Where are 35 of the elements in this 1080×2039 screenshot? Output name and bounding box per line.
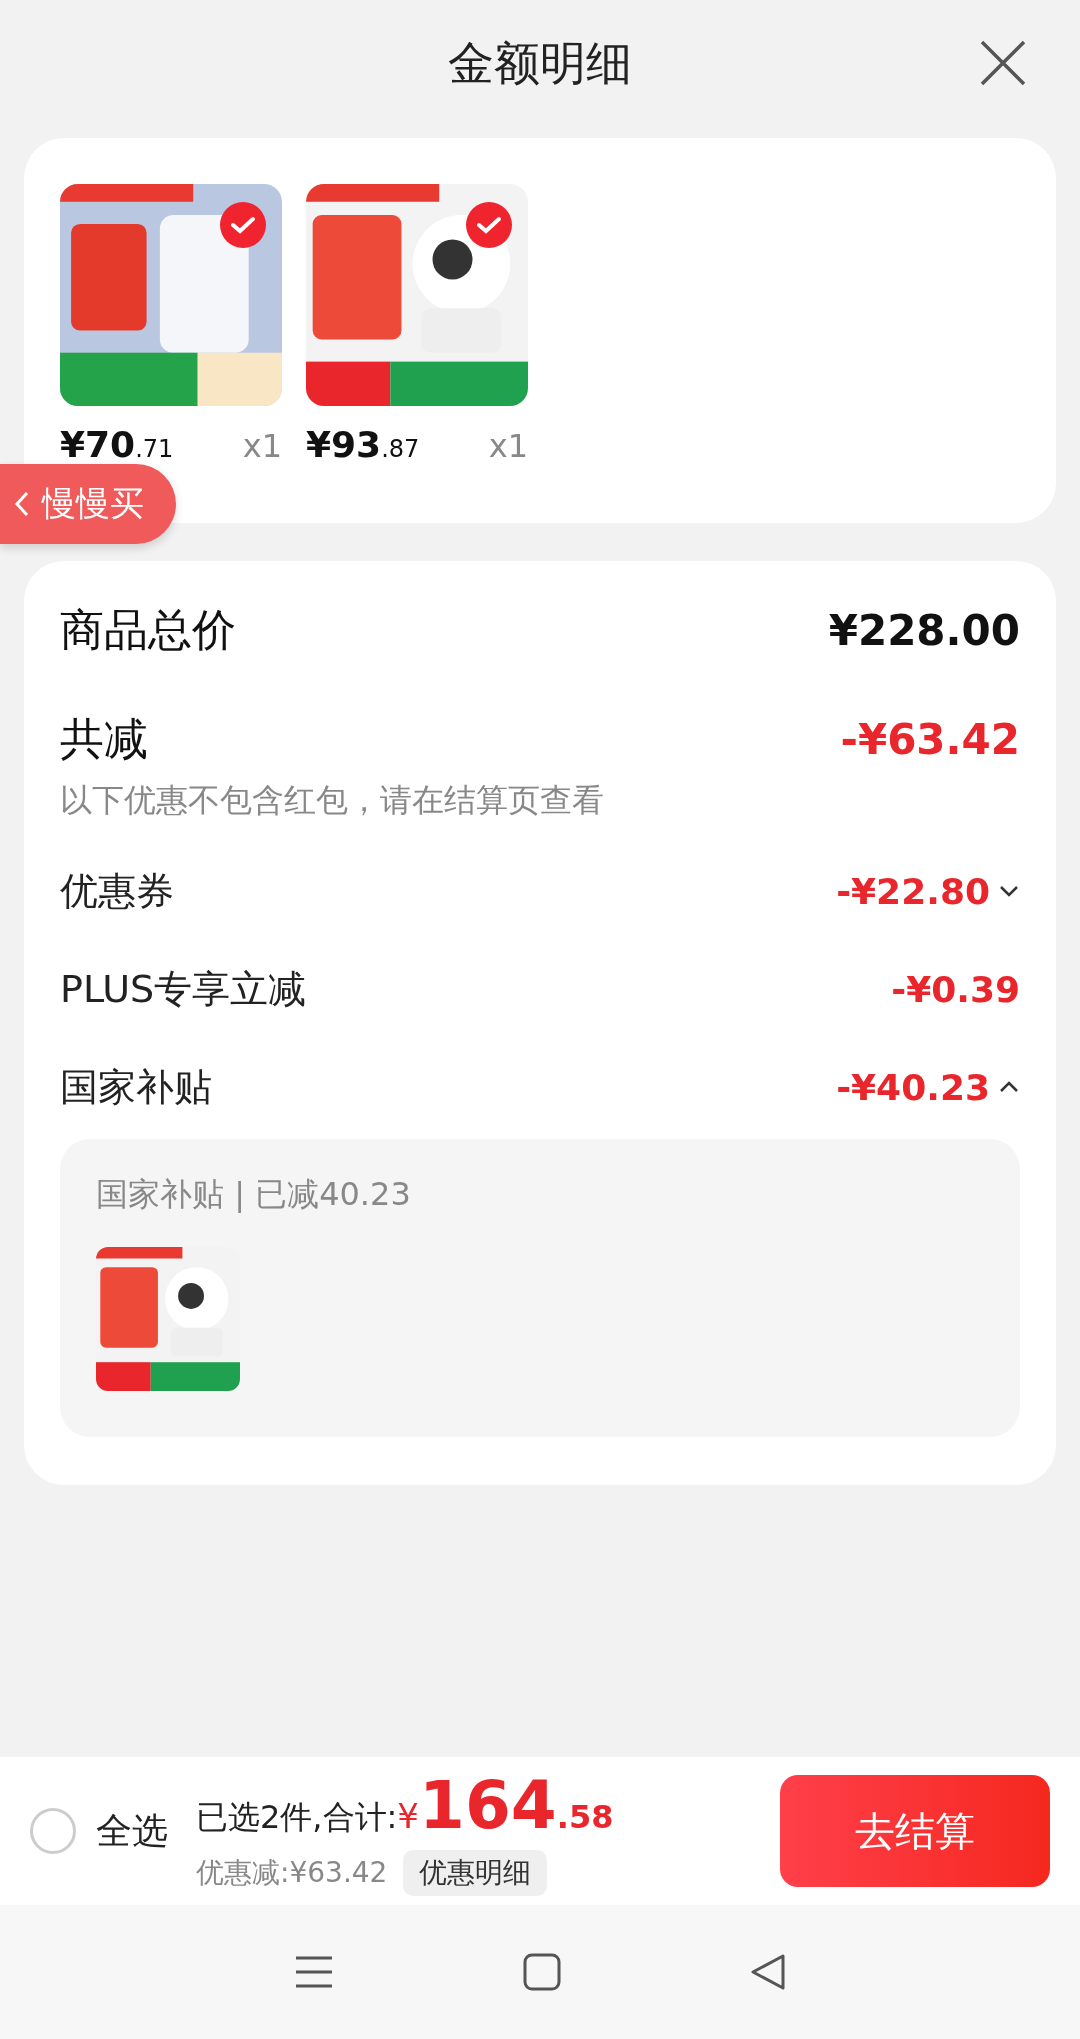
discount-item-label: 优惠券 [60,867,174,915]
saving-text: 优惠减:¥63.42 [196,1854,388,1891]
sheet-title: 金额明细 [448,35,632,92]
discount-item-value: -¥40.23 [836,1066,990,1108]
back-icon[interactable] [749,1953,786,1991]
discount-item-value: -¥22.80 [836,870,990,912]
product-price: ¥93.87 [306,424,420,465]
checkmark-icon [230,215,256,235]
total-value: ¥228.00 [828,606,1020,655]
home-icon[interactable] [523,1953,561,1991]
chevron-down-icon[interactable] [998,884,1020,898]
total-label: 商品总价 [60,603,236,657]
product-quantity: x1 [242,427,282,465]
discount-item-label: PLUS专享立减 [60,965,307,1013]
chevron-up-icon[interactable] [998,1080,1020,1094]
discount-item-value: -¥0.39 [891,968,1020,1010]
select-all-radio[interactable] [30,1808,76,1854]
discount-label: 共减 [60,712,148,766]
product-price: ¥70.71 [60,424,174,465]
checkout-button[interactable]: 去结算 [780,1775,1050,1887]
discount-note: 以下优惠不包含红包，请在结算页查看 [60,780,605,821]
total-line: 已选2件,合计:¥164.58 [196,1766,614,1844]
subsidy-title: 国家补贴 | 已减40.23 [96,1174,412,1215]
close-button[interactable] [978,38,1028,88]
discount-detail-button[interactable]: 优惠明细 [403,1849,548,1896]
discount-value: -¥63.42 [840,715,1020,764]
close-icon [978,38,1028,88]
menu-icon[interactable] [294,1955,335,1989]
select-all-label: 全选 [96,1808,168,1853]
checkmark-icon [476,215,502,235]
discount-item-label: 国家补贴 [60,1063,212,1111]
chevron-left-icon [14,490,30,518]
tag-label: 慢慢买 [42,482,144,525]
product-quantity: x1 [488,427,528,465]
floating-tag[interactable]: 慢慢买 [0,464,176,544]
